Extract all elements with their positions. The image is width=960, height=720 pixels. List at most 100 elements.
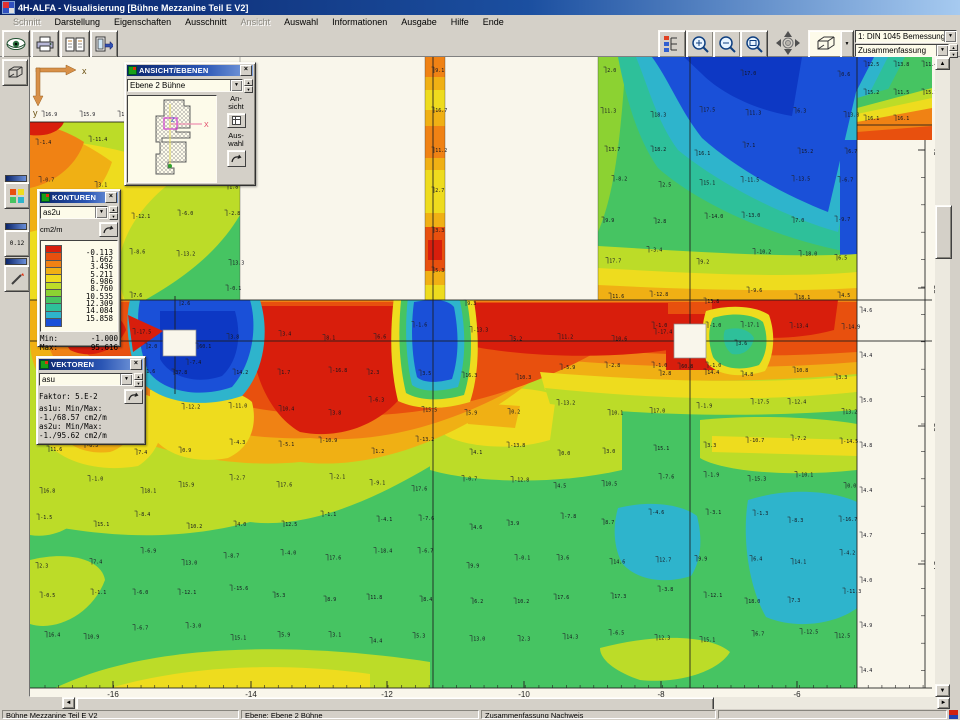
- svg-text:13.8: 13.8: [897, 62, 909, 68]
- chevron-down-icon[interactable]: ▼: [120, 374, 132, 385]
- svg-text:0.9: 0.9: [182, 448, 191, 454]
- spinner-down-icon[interactable]: ▼: [109, 213, 118, 220]
- status-field-0: Bühne Mezzanine Teil E V2: [2, 710, 239, 719]
- spinner-up-icon[interactable]: ▲: [134, 373, 143, 380]
- svg-text:17.3: 17.3: [614, 594, 626, 600]
- svg-text:9.2: 9.2: [700, 260, 709, 266]
- auswahl-button[interactable]: [227, 150, 246, 167]
- panel-icon: [40, 360, 49, 369]
- svg-text:2.0: 2.0: [148, 344, 157, 350]
- spinner-down-icon[interactable]: ▼: [134, 380, 143, 387]
- close-icon[interactable]: ×: [130, 359, 142, 370]
- svg-text:-1.0: -1.0: [655, 363, 667, 369]
- panel-vektoren[interactable]: VEKTOREN × asu ▼ ▲ ▼ Faktor: 5.E-2 as1u:…: [36, 356, 146, 445]
- spinner-up-icon[interactable]: ▲: [244, 79, 253, 86]
- status-app-icon: [949, 710, 958, 719]
- scroll-left-icon[interactable]: ◄: [62, 697, 75, 709]
- svg-text:-12.5: -12.5: [803, 630, 818, 636]
- svg-text:16.4: 16.4: [48, 633, 60, 639]
- svg-text:-0.1: -0.1: [229, 286, 241, 292]
- kontur-options-button[interactable]: [99, 222, 118, 237]
- svg-text:-6.0: -6.0: [136, 590, 148, 596]
- svg-text:-1.0: -1.0: [709, 323, 721, 329]
- svg-text:11.2: 11.2: [435, 148, 447, 154]
- svg-text:18.1: 18.1: [144, 489, 156, 495]
- svg-text:3.9: 3.9: [510, 521, 519, 527]
- ebene-spinner[interactable]: ▲ ▼: [244, 79, 253, 92]
- svg-text:10.5: 10.5: [605, 482, 617, 488]
- svg-text:-14.0: -14.0: [708, 214, 723, 220]
- svg-text:-11.3: -11.3: [846, 589, 861, 595]
- vertical-scrollbar[interactable]: ▲ ▼: [935, 57, 950, 697]
- svg-text:17.6: 17.6: [557, 595, 569, 601]
- svg-text:6.7: 6.7: [848, 149, 857, 155]
- svg-text:-11.0: -11.0: [232, 404, 247, 410]
- svg-text:17.0: 17.0: [653, 409, 665, 415]
- ansicht-apply-button[interactable]: [227, 113, 246, 128]
- svg-text:8.7: 8.7: [605, 520, 614, 526]
- curved-arrow-icon: [103, 225, 114, 235]
- svg-text:-13.2: -13.2: [560, 401, 575, 407]
- svg-text:-7.6: -7.6: [662, 475, 674, 481]
- scroll-down-icon[interactable]: ▼: [935, 684, 950, 697]
- kontur-spinner[interactable]: ▲ ▼: [109, 206, 118, 219]
- panel-titlebar[interactable]: ANSICHT/EBENEN ×: [127, 65, 253, 76]
- chevron-down-icon[interactable]: ▼: [95, 207, 107, 218]
- svg-text:-6.7: -6.7: [421, 549, 433, 555]
- vektor-field-select[interactable]: asu ▼: [39, 373, 133, 386]
- svg-text:-13.3: -13.3: [473, 328, 488, 334]
- min-label: Min:: [40, 334, 58, 343]
- svg-text:7.3: 7.3: [791, 598, 800, 604]
- svg-text:-1.1: -1.1: [324, 512, 336, 518]
- svg-text:5.3: 5.3: [276, 593, 285, 599]
- svg-text:17.6: 17.6: [415, 487, 427, 493]
- support-box-a: [163, 330, 196, 356]
- svg-text:3.3: 3.3: [838, 375, 847, 381]
- scroll-up-icon[interactable]: ▲: [935, 57, 950, 70]
- svg-text:-6.7: -6.7: [841, 178, 853, 184]
- svg-text:16.7: 16.7: [435, 108, 447, 114]
- svg-text:13.3: 13.3: [232, 261, 244, 267]
- svg-text:-13.2: -13.2: [419, 437, 434, 443]
- ebene-select[interactable]: Ebene 2 Bühne ▼: [127, 79, 243, 92]
- building-plan-icon: X Z: [128, 96, 214, 180]
- vertical-scroll-thumb[interactable]: [935, 205, 952, 259]
- svg-text:3.6: 3.6: [738, 341, 747, 347]
- panel-ansicht-ebenen[interactable]: ANSICHT/EBENEN × Ebene 2 Bühne ▼ ▲ ▼: [124, 62, 256, 186]
- svg-text:17.6: 17.6: [329, 556, 341, 562]
- vektor-minmax-block: as1u: Min/Max:-1./68.57 cm2/mas2u: Min/M…: [39, 404, 143, 440]
- chevron-down-icon[interactable]: ▼: [230, 80, 242, 91]
- horizontal-scrollbar[interactable]: ◄ ►: [62, 697, 950, 709]
- support-box-b: [674, 324, 706, 358]
- svg-text:4.4: 4.4: [373, 639, 382, 645]
- svg-text:-12.1: -12.1: [135, 214, 150, 220]
- vektor-spinner[interactable]: ▲ ▼: [134, 373, 143, 386]
- svg-text:15.1: 15.1: [703, 181, 715, 187]
- panel-konturen[interactable]: KONTUREN × as2u ▼ ▲ ▼ cm2/m -0.1131.6623…: [37, 189, 121, 347]
- svg-text:4.6: 4.6: [863, 308, 872, 314]
- spinner-up-icon[interactable]: ▲: [109, 206, 118, 213]
- spinner-down-icon[interactable]: ▼: [244, 86, 253, 93]
- close-icon[interactable]: ×: [105, 192, 117, 203]
- svg-text:6.5: 6.5: [838, 256, 847, 262]
- svg-text:-12.1: -12.1: [181, 590, 196, 596]
- panel-titlebar[interactable]: VEKTOREN ×: [39, 359, 143, 370]
- svg-text:4.6: 4.6: [473, 525, 482, 531]
- close-icon[interactable]: ×: [240, 65, 252, 76]
- svg-text:11.6: 11.6: [612, 294, 624, 300]
- svg-text:13.8: 13.8: [707, 299, 719, 305]
- svg-text:-9.6: -9.6: [750, 288, 762, 294]
- svg-text:3.8: 3.8: [332, 411, 341, 417]
- plan-thumbnail[interactable]: X Z: [127, 95, 217, 183]
- svg-text:4.8: 4.8: [744, 372, 753, 378]
- svg-text:11.8: 11.8: [370, 595, 382, 601]
- scroll-right-icon[interactable]: ►: [937, 697, 950, 709]
- kontur-field-select[interactable]: as2u ▼: [40, 206, 108, 219]
- panel-titlebar[interactable]: KONTUREN ×: [40, 192, 118, 203]
- svg-text:10.3: 10.3: [519, 375, 531, 381]
- svg-text:-15.6: -15.6: [233, 586, 248, 592]
- svg-text:-13.8: -13.8: [510, 443, 525, 449]
- contour-region-strip: [425, 57, 445, 300]
- vektor-options-button[interactable]: [124, 389, 143, 404]
- legend-value: 15.858: [86, 314, 113, 323]
